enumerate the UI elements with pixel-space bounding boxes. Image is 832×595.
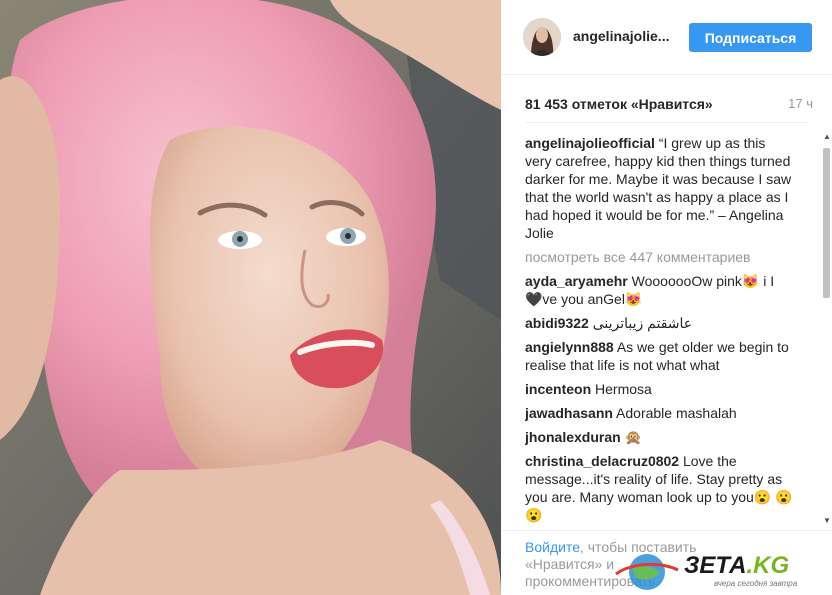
- comment-text: عاشقتم زيباترينى: [588, 315, 693, 331]
- likes-row: 81 453 отметок «Нравится» 17 ч: [525, 96, 815, 114]
- scroll-down-icon[interactable]: ▼: [823, 516, 831, 525]
- comment-user[interactable]: ayda_aryamehr: [525, 273, 628, 289]
- view-all-comments-link[interactable]: посмотреть все 447 комментариев: [525, 248, 795, 266]
- list-item: jawadhasann Adorable mashalah: [525, 404, 795, 422]
- watermark-brand: ЗЕТА: [684, 552, 747, 579]
- scrollbar-thumb[interactable]: [823, 148, 830, 298]
- caption: angelinajolieofficial “I grew up as this…: [525, 134, 795, 242]
- avatar[interactable]: [523, 18, 561, 56]
- scroll-up-icon[interactable]: ▲: [823, 132, 831, 141]
- login-link[interactable]: Войдите: [525, 539, 580, 555]
- list-item: jhonalexduran 🙊: [525, 428, 795, 446]
- comment-user[interactable]: angelinajolieofficial: [525, 135, 655, 151]
- comment-user[interactable]: christina_delacruz0802: [525, 453, 679, 469]
- comments-list: angelinajolieofficial “I grew up as this…: [525, 134, 795, 529]
- post-time[interactable]: 17 ч: [788, 96, 813, 111]
- post-username[interactable]: angelinajolie...: [573, 28, 669, 44]
- list-item: christina_delacruz0802 Love the message.…: [525, 452, 795, 524]
- comment-user[interactable]: angielynn888: [525, 339, 614, 355]
- avatar-image: [523, 18, 561, 56]
- post-sidebar: angelinajolie... Подписаться 81 453 отме…: [501, 0, 832, 595]
- comment-user[interactable]: jawadhasann: [525, 405, 613, 421]
- comment-user[interactable]: incenteon: [525, 381, 591, 397]
- comment-user[interactable]: abidi9322: [525, 315, 589, 331]
- list-item: abidi9322 عاشقتم زيباترينى: [525, 314, 795, 332]
- divider: [525, 122, 808, 123]
- comment-user[interactable]: jhonalexduran: [525, 429, 621, 445]
- watermark-tld: .KG: [746, 552, 790, 579]
- likes-count[interactable]: 81 453 отметок «Нравится»: [525, 96, 713, 112]
- divider: [501, 530, 832, 531]
- list-item: ayda_aryamehr WooooooOw pink😻 i I 🖤ve yo…: [525, 272, 795, 308]
- comments-scrollbar[interactable]: ▲ ▼: [821, 128, 832, 528]
- list-item: incenteon Hermosa: [525, 380, 795, 398]
- comment-text: Hermosa: [591, 381, 652, 397]
- comment-text: 🙊: [620, 429, 643, 445]
- comment-text: Adorable mashalah: [612, 405, 737, 421]
- follow-button[interactable]: Подписаться: [689, 23, 812, 52]
- list-item: angielynn888 As we get older we begin to…: [525, 338, 795, 374]
- post-photo[interactable]: [0, 0, 501, 595]
- watermark-tagline: вчера сегодня завтра: [714, 579, 798, 588]
- globe-icon: [615, 554, 679, 590]
- watermark-logo: ЗЕТА.KG: [684, 552, 789, 580]
- post-header: angelinajolie... Подписаться: [501, 0, 832, 75]
- post-image: [0, 0, 501, 595]
